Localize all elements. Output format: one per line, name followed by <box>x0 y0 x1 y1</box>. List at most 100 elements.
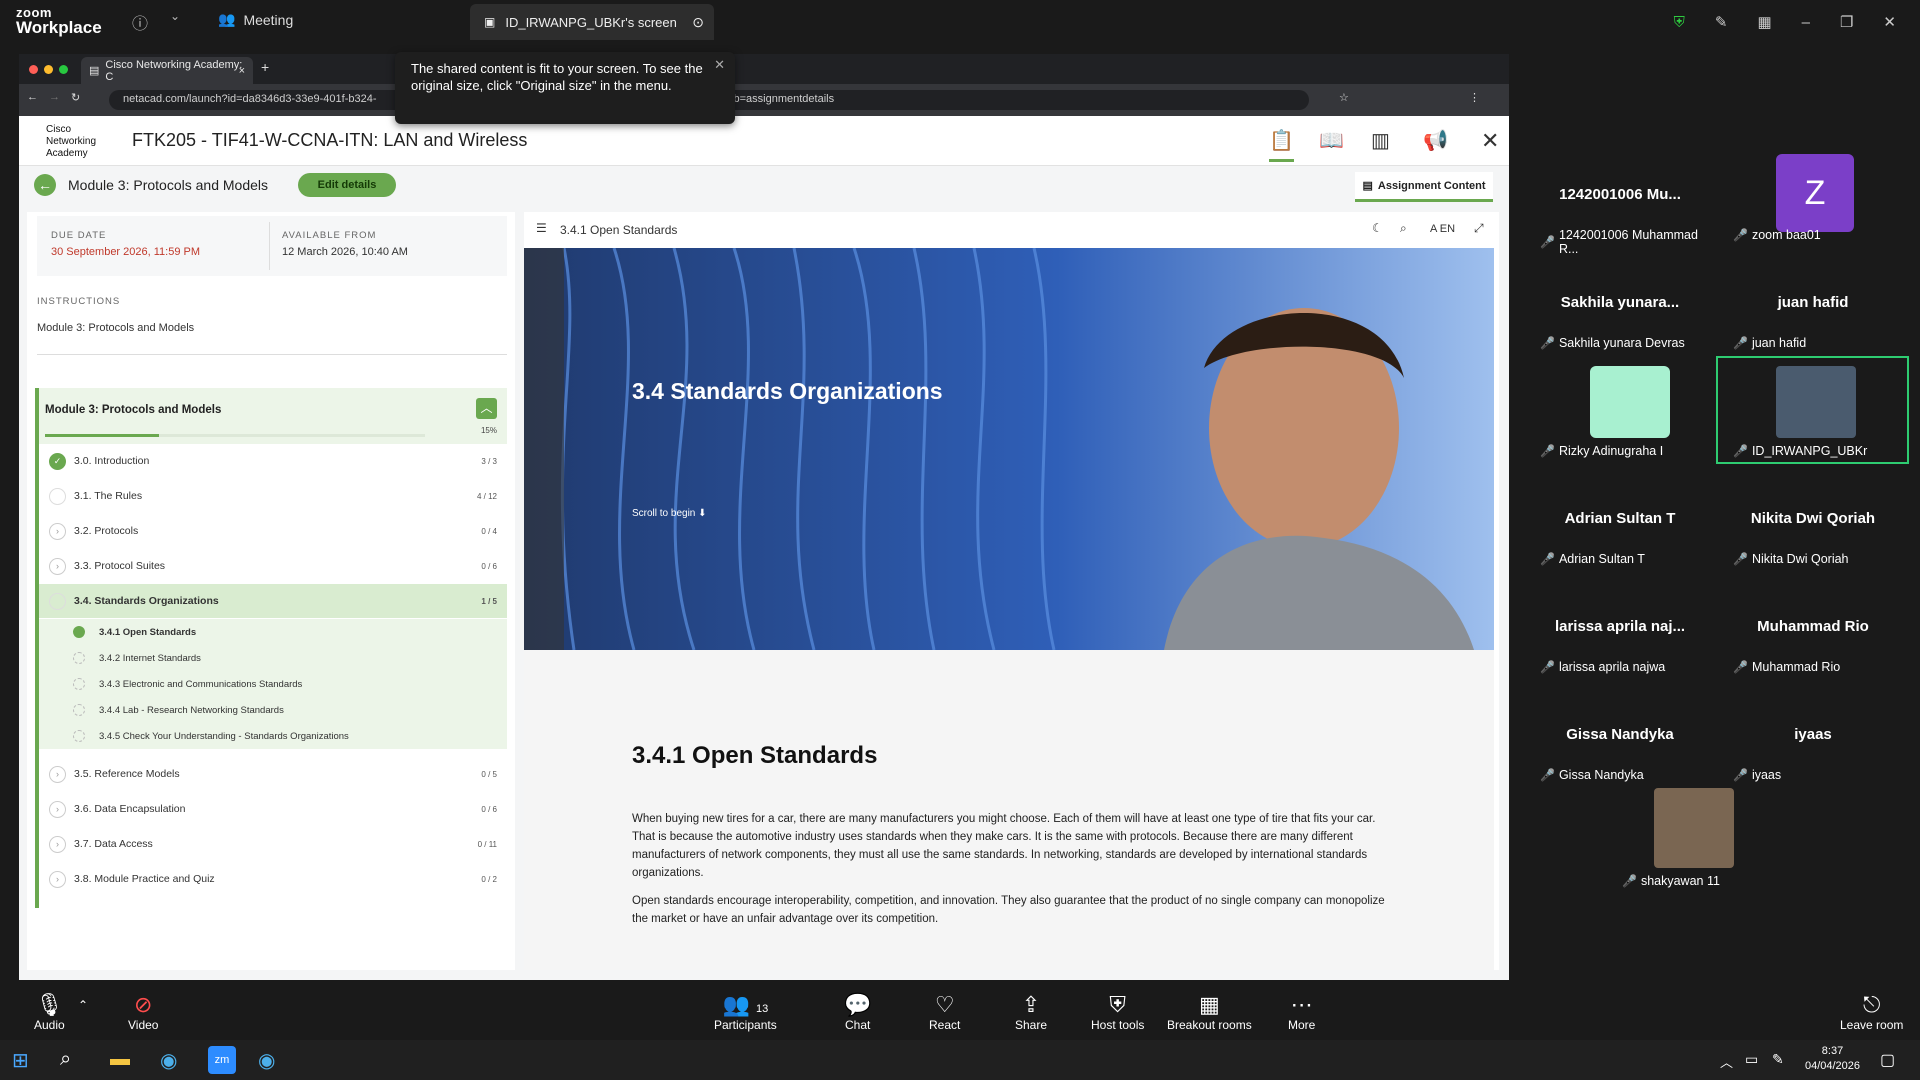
close-page-icon[interactable]: ✕ <box>1481 128 1499 154</box>
participant-tile[interactable]: Muhammad Rio 🎤 Muhammad Rio <box>1718 572 1908 680</box>
file-explorer-icon[interactable]: ▬ <box>110 1048 130 1071</box>
module-item[interactable]: › 3.6. Data Encapsulation 0 / 6 <box>39 792 507 826</box>
module-subitem[interactable]: 3.4.3 Electronic and Communications Stan… <box>39 671 507 697</box>
module-item[interactable]: › 3.8. Module Practice and Quiz 0 / 2 <box>39 862 507 896</box>
edit-details-button[interactable]: Edit details <box>298 173 396 197</box>
network-icon[interactable]: ▭ <box>1745 1051 1758 1068</box>
forward-icon[interactable]: → <box>49 91 60 103</box>
cisco-logo[interactable]: Cisco Networking Academy <box>46 124 106 160</box>
layout-icon[interactable]: ▦ <box>1757 13 1771 31</box>
breakout-rooms-button[interactable]: ▦ Breakout rooms <box>1167 992 1252 1032</box>
video-button[interactable]: ⊘ Video <box>128 992 158 1032</box>
participant-tile[interactable]: Adrian Sultan T 🎤 Adrian Sultan T <box>1525 464 1715 572</box>
participant-tile[interactable]: larissa aprila naj... 🎤 larissa aprila naj… <box>1525 572 1715 680</box>
module-outline-header[interactable]: Module 3: Protocols and Models ︿ 15% <box>39 388 507 444</box>
host-tools-button[interactable]: ⛨ Host tools <box>1091 992 1144 1032</box>
audio-button[interactable]: 🎙 Audio <box>34 992 65 1032</box>
share-button[interactable]: ⇪ Share <box>1015 992 1047 1032</box>
document-icon: ▤ <box>1362 180 1373 192</box>
chart-icon[interactable]: ▥ <box>1371 128 1390 153</box>
notification-icon[interactable]: ▢ <box>1880 1050 1895 1070</box>
browser-menu-icon[interactable]: ⋮ <box>1469 91 1480 104</box>
restore-icon[interactable]: ❐ <box>1840 13 1853 31</box>
pending-icon <box>73 678 85 690</box>
audio-options-icon[interactable]: ⌃ <box>78 998 88 1012</box>
pencil-icon[interactable]: ✎ <box>1715 13 1728 31</box>
chat-button[interactable]: 💬 Chat <box>844 992 871 1032</box>
mic-muted-icon: 🎤 <box>1733 660 1748 674</box>
participant-tile[interactable]: Z 🎤 zoom baa01 <box>1718 140 1908 248</box>
back-icon[interactable]: ← <box>27 91 38 103</box>
more-button[interactable]: ⋯ More <box>1288 992 1315 1032</box>
module-subitem[interactable]: 3.4.1 Open Standards <box>39 619 507 645</box>
module-progress-text: 15% <box>480 426 497 435</box>
participant-tile[interactable]: Gissa Nandyka 🎤 Gissa Nandyka <box>1525 680 1715 788</box>
fullscreen-icon[interactable]: ⤢ <box>1474 221 1484 236</box>
chevron-down-icon[interactable]: ⌄ <box>170 9 180 23</box>
react-button[interactable]: ♡ React <box>929 992 960 1032</box>
module-item[interactable]: 3.1. The Rules 4 / 12 <box>39 479 507 513</box>
participant-tile[interactable]: juan hafid 🎤 juan hafid <box>1718 248 1908 356</box>
collapse-icon[interactable]: ︿ <box>476 398 497 419</box>
tray-chevron-icon[interactable]: ︿ <box>1720 1052 1733 1071</box>
meeting-menu[interactable]: 👥 Meeting <box>218 11 293 28</box>
participant-tile[interactable]: 1242001006 Mu... 🎤 1242001006 Muhammad R..… <box>1525 140 1715 256</box>
toast-close-icon[interactable]: ✕ <box>714 56 725 73</box>
dark-mode-icon[interactable]: ☾ <box>1372 221 1383 235</box>
participant-tile[interactable]: 🎤 shakyawan 11 <box>1622 788 1812 896</box>
zoom-app-icon[interactable]: zm <box>208 1046 236 1074</box>
participants-button[interactable]: 👥 13 Participants <box>714 992 777 1032</box>
clipboard-icon[interactable]: 📋 <box>1269 128 1294 162</box>
module-subitem[interactable]: 3.4.2 Internet Standards <box>39 645 507 671</box>
reload-icon[interactable]: ↻ <box>71 91 80 104</box>
participant-name: iyaas <box>1794 726 1832 743</box>
pen-icon[interactable]: ✎ <box>1772 1051 1784 1068</box>
search-icon[interactable]: ⌕ <box>1400 221 1407 236</box>
module-outline: Module 3: Protocols and Models ︿ 15% ✓ 3.… <box>35 388 507 908</box>
close-icon[interactable]: ✕ <box>1883 13 1896 31</box>
info-icon[interactable]: ⓘ <box>132 10 148 34</box>
zoom-logo: zoom Workplace <box>16 6 102 36</box>
scroll-to-begin[interactable]: Scroll to begin ⬇ <box>632 508 707 519</box>
menu-toggle-icon[interactable]: ☰ <box>536 221 547 235</box>
bookmark-star-icon[interactable]: ☆ <box>1339 91 1349 104</box>
participant-tile[interactable]: Nikita Dwi Qoriah 🎤 Nikita Dwi Qoriah <box>1718 464 1908 572</box>
tab-close-icon[interactable]: × <box>239 65 245 77</box>
more-options-icon[interactable]: ⊙ <box>692 14 704 31</box>
module-item[interactable]: › 3.7. Data Access 0 / 11 <box>39 827 507 861</box>
windows-start-icon[interactable]: ⊞ <box>12 1048 29 1073</box>
instructions-value: Module 3: Protocols and Models <box>37 322 195 334</box>
assignment-content-tab[interactable]: ▤ Assignment Content <box>1355 172 1493 202</box>
participant-label-row: 🎤 Adrian Sultan T <box>1540 552 1645 566</box>
module-subitem[interactable]: 3.4.5 Check Your Understanding - Standar… <box>39 723 507 749</box>
module-item[interactable]: 3.4. Standards Organizations 1 / 5 <box>39 584 507 618</box>
hero-image: 3.4 Standards Organizations Scroll to be… <box>524 248 1494 650</box>
participant-tile[interactable]: Sakhila yunara... 🎤 Sakhila yunara Devras <box>1525 248 1715 356</box>
search-icon[interactable]: ⌕ <box>60 1048 71 1071</box>
megaphone-icon[interactable]: 📢 <box>1423 128 1448 153</box>
shield-icon[interactable]: ⛨ <box>1674 14 1685 31</box>
language-selector[interactable]: A EN <box>1430 223 1455 235</box>
new-tab-icon[interactable]: + <box>261 59 269 75</box>
leave-label: Leave room <box>1840 1018 1904 1032</box>
book-icon[interactable]: 📖 <box>1319 128 1344 153</box>
browser-tab[interactable]: ▤ Cisco Networking Academy: C × <box>81 57 253 84</box>
participant-tile[interactable]: 🎤 Rizky Adinugraha I <box>1525 356 1715 464</box>
participant-tile[interactable]: 🎤 ID_IRWANPG_UBKr <box>1716 356 1909 464</box>
shared-screen-tab[interactable]: ▣ ID_IRWANPG_UBKr's screen ⊙ <box>470 4 714 40</box>
module-item[interactable]: › 3.2. Protocols 0 / 4 <box>39 514 507 548</box>
module-item[interactable]: › 3.5. Reference Models 0 / 5 <box>39 757 507 791</box>
module-item[interactable]: ✓ 3.0. Introduction 3 / 3 <box>39 444 507 478</box>
module-item[interactable]: › 3.3. Protocol Suites 0 / 6 <box>39 549 507 583</box>
participant-label-row: 🎤 larissa aprila najwa <box>1540 660 1665 674</box>
leave-room-button[interactable]: ⎋ Leave room <box>1840 992 1903 1032</box>
participant-name: Gissa Nandyka <box>1566 726 1674 743</box>
clock[interactable]: 8:37 04/04/2026 <box>1790 1044 1875 1074</box>
chrome-active-icon[interactable]: ◉ <box>258 1048 275 1073</box>
minimize-icon[interactable]: – <box>1802 14 1810 31</box>
module-subitem[interactable]: 3.4.4 Lab - Research Networking Standard… <box>39 697 507 723</box>
chrome-icon[interactable]: ◉ <box>160 1048 177 1073</box>
participant-tile[interactable]: iyaas 🎤 iyaas <box>1718 680 1908 788</box>
fit-to-screen-toast: The shared content is fit to your screen… <box>395 52 735 124</box>
back-button[interactable]: ← <box>34 174 56 196</box>
